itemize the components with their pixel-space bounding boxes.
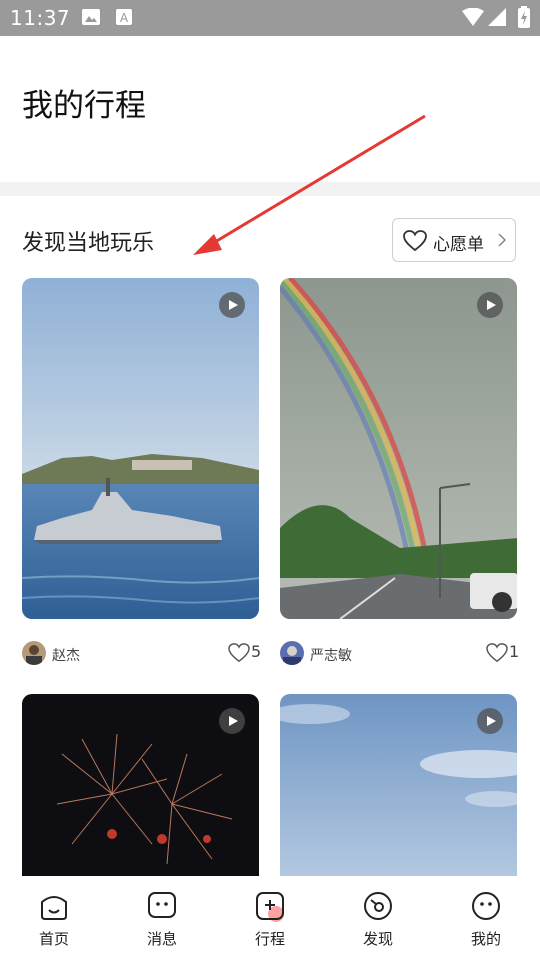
video-play-icon	[477, 292, 503, 318]
page-title: 我的行程	[22, 88, 146, 124]
wifi-icon	[462, 8, 484, 26]
signal-icon	[488, 8, 506, 26]
tab-home[interactable]: 首页	[0, 876, 108, 960]
tab-profile-label: 我的	[470, 930, 501, 948]
chevron-right-icon	[498, 233, 507, 247]
home-face-icon	[41, 896, 67, 920]
tab-trip[interactable]: 行程	[216, 876, 324, 960]
profile-face-icon	[472, 892, 500, 920]
tab-trip-label: 行程	[254, 930, 285, 948]
tab-profile[interactable]: 我的	[432, 876, 540, 960]
like-heart-icon[interactable]	[228, 643, 250, 663]
trip-plus-icon	[256, 892, 284, 922]
tab-discover-label: 发现	[362, 930, 393, 948]
author-name[interactable]: 赵杰	[52, 645, 80, 665]
wishlist-button[interactable]: 心愿单	[392, 218, 516, 262]
text-a-icon: A	[116, 9, 132, 25]
image-icon	[82, 9, 100, 25]
like-count: 5	[251, 642, 262, 661]
rainbow-photo	[280, 278, 517, 619]
tab-discover[interactable]: 发现	[324, 876, 432, 960]
svg-text:A: A	[120, 11, 129, 25]
video-play-icon	[477, 708, 503, 734]
message-face-icon	[148, 892, 176, 918]
author-name[interactable]: 严志敏	[310, 645, 352, 665]
status-time: 11:37	[10, 6, 71, 30]
tab-messages[interactable]: 消息	[108, 876, 216, 960]
video-play-icon	[219, 292, 245, 318]
video-card[interactable]	[280, 278, 517, 619]
wishlist-label: 心愿单	[433, 235, 484, 255]
avatar[interactable]	[280, 641, 304, 665]
tab-messages-label: 消息	[146, 930, 177, 948]
tab-home-label: 首页	[38, 930, 69, 948]
like-count: 1	[509, 642, 520, 661]
card-meta: 赵杰 5	[22, 641, 262, 667]
battery-icon	[518, 6, 530, 28]
ship-photo	[22, 278, 259, 619]
status-bar: 11:37 A	[0, 0, 540, 36]
like-heart-icon[interactable]	[486, 643, 508, 663]
bottom-tab-bar: 首页 消息 行程 发现 我的	[0, 876, 540, 960]
video-play-icon	[219, 708, 245, 734]
heart-icon	[403, 230, 427, 252]
video-card[interactable]	[22, 694, 259, 894]
section-divider	[0, 182, 540, 196]
card-meta: 严志敏 1	[280, 641, 520, 667]
section-title: 发现当地玩乐	[22, 231, 155, 256]
video-card[interactable]	[22, 278, 259, 619]
header: 我的行程	[0, 36, 540, 182]
discover-compass-icon	[364, 892, 392, 920]
avatar[interactable]	[22, 641, 46, 665]
video-card[interactable]	[280, 694, 517, 894]
